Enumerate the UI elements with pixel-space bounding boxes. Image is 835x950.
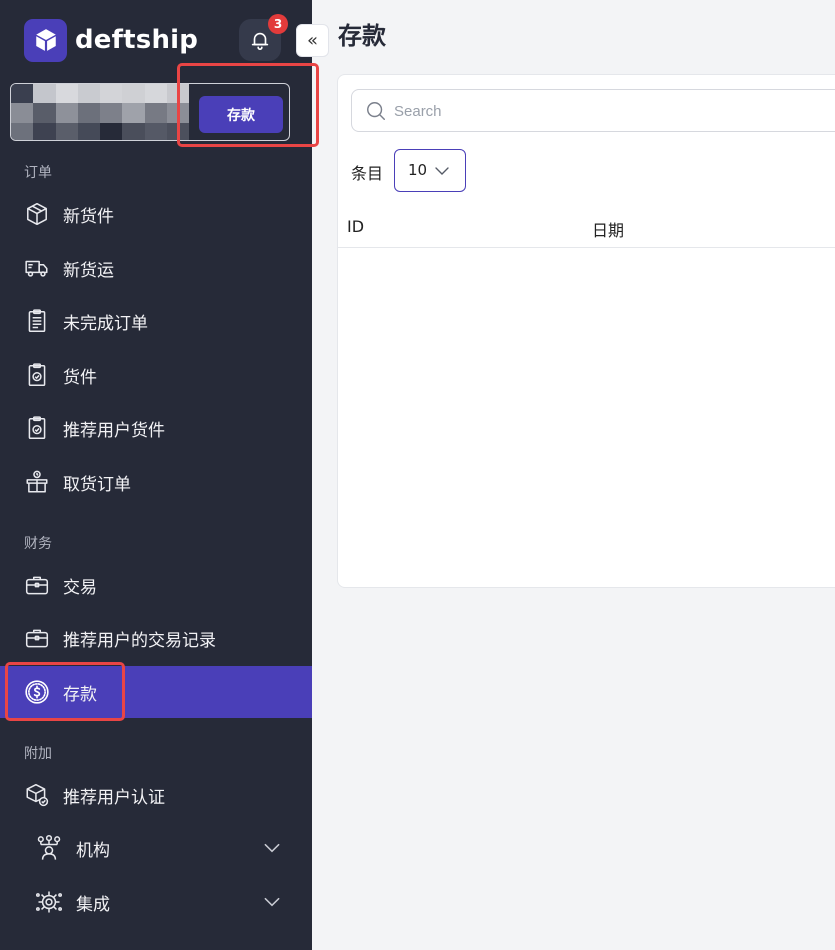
search-input[interactable] xyxy=(394,98,794,124)
chevron-down-icon[interactable] xyxy=(262,838,282,858)
brand-name: deftship xyxy=(75,25,199,55)
sidebar-item-shipments[interactable]: 货件 xyxy=(0,349,312,401)
main-header xyxy=(312,0,835,60)
sidebar-item-label: 交易 xyxy=(63,577,97,598)
clipboard-check-icon xyxy=(23,414,51,442)
sidebar-item-integrations[interactable]: 集成 xyxy=(0,876,312,928)
table-header-divider xyxy=(338,247,835,248)
sidebar: deftship 3 存款 订单 新货件 新货运 未完成订单 货件 推荐用户货件… xyxy=(0,0,319,950)
sidebar-item-new-shipment[interactable]: 新货件 xyxy=(0,188,312,240)
column-header-date[interactable]: 日期 xyxy=(592,217,624,241)
double-chevron-left-icon: « xyxy=(306,30,318,51)
sidebar-item-label: 机构 xyxy=(76,840,110,861)
chevron-down-icon xyxy=(435,167,449,175)
notification-count-badge: 3 xyxy=(268,14,288,34)
bell-icon xyxy=(251,32,269,50)
section-title-extras: 附加 xyxy=(24,746,52,762)
section-title-finance: 财务 xyxy=(24,536,52,552)
sidebar-item-referral-transactions[interactable]: 推荐用户的交易记录 xyxy=(0,612,312,664)
sidebar-item-label: 集成 xyxy=(76,894,110,915)
pickup-box-icon xyxy=(23,468,51,496)
sidebar-item-referral-verification[interactable]: 推荐用户认证 xyxy=(0,769,312,821)
sidebar-item-label: 推荐用户货件 xyxy=(63,420,165,441)
sidebar-item-pickup-orders[interactable]: 取货订单 xyxy=(0,456,312,508)
sidebar-item-label: 货件 xyxy=(63,367,97,388)
entries-label: 条目 xyxy=(351,164,384,183)
clipboard-check-icon xyxy=(23,361,51,389)
truck-icon xyxy=(23,254,51,282)
entries-per-page-select[interactable]: 10 xyxy=(394,149,466,192)
page-title: 存款 xyxy=(338,22,386,50)
integration-gear-icon xyxy=(35,888,63,916)
sidebar-item-label: 推荐用户认证 xyxy=(63,787,165,808)
briefcase-icon xyxy=(23,571,51,599)
annotation-highlight-deposits-item xyxy=(5,662,125,721)
sidebar-item-label: 取货订单 xyxy=(63,474,131,495)
cube-logo-icon xyxy=(24,18,67,62)
sidebar-item-label: 未完成订单 xyxy=(63,313,148,334)
clipboard-list-icon xyxy=(23,307,51,335)
app-root: deftship 3 存款 订单 新货件 新货运 未完成订单 货件 推荐用户货件… xyxy=(0,0,835,950)
sidebar-item-organization[interactable]: 机构 xyxy=(0,822,312,874)
collapse-sidebar-button[interactable]: « xyxy=(296,24,329,57)
brand-logo[interactable]: deftship xyxy=(24,18,198,62)
sidebar-item-label: 新货运 xyxy=(63,260,114,281)
sidebar-item-label: 推荐用户的交易记录 xyxy=(63,630,216,651)
search-box xyxy=(351,89,835,132)
verified-box-icon xyxy=(23,781,51,809)
sidebar-item-incomplete-orders[interactable]: 未完成订单 xyxy=(0,295,312,347)
briefcase-icon xyxy=(23,624,51,652)
column-header-id[interactable]: ID xyxy=(347,217,364,236)
section-title-orders: 订单 xyxy=(24,165,52,181)
chevron-down-icon[interactable] xyxy=(262,892,282,912)
annotation-highlight-deposit-button xyxy=(177,63,319,147)
sidebar-item-new-freight[interactable]: 新货运 xyxy=(0,242,312,294)
sidebar-item-referral-shipments[interactable]: 推荐用户货件 xyxy=(0,402,312,454)
sidebar-item-label: 新货件 xyxy=(63,206,114,227)
package-icon xyxy=(23,200,51,228)
entries-selected-value: 10 xyxy=(408,161,428,179)
blurred-account-info xyxy=(11,84,189,140)
organization-icon xyxy=(35,834,63,862)
sidebar-item-transactions[interactable]: 交易 xyxy=(0,559,312,611)
search-icon xyxy=(367,102,385,120)
